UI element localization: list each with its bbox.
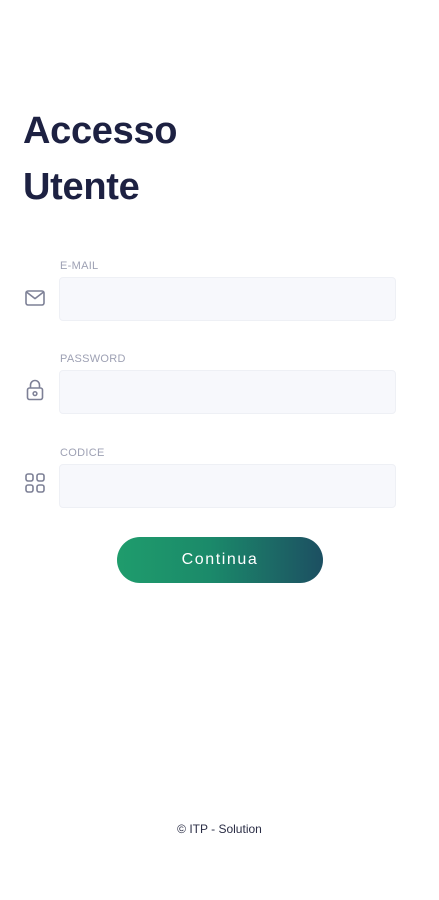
password-field-group: PASSWORD (0, 352, 439, 422)
page-title: Accesso Utente (23, 103, 178, 215)
password-input[interactable] (59, 370, 396, 414)
continue-button[interactable]: Continua (117, 537, 323, 583)
email-input[interactable] (59, 277, 396, 321)
page-title-line-1: Accesso (23, 110, 178, 152)
code-input[interactable] (59, 464, 396, 508)
password-label: PASSWORD (60, 353, 126, 365)
code-field-group: CODICE (0, 446, 439, 516)
email-label: E-MAIL (60, 260, 99, 272)
page-title-line-2: Utente (23, 166, 140, 208)
footer-copyright: © ITP - Solution (177, 822, 262, 836)
grid-icon (24, 472, 46, 494)
lock-icon (24, 379, 46, 401)
code-label: CODICE (60, 447, 105, 459)
email-field-group: E-MAIL (0, 259, 439, 329)
mail-icon (24, 287, 46, 309)
